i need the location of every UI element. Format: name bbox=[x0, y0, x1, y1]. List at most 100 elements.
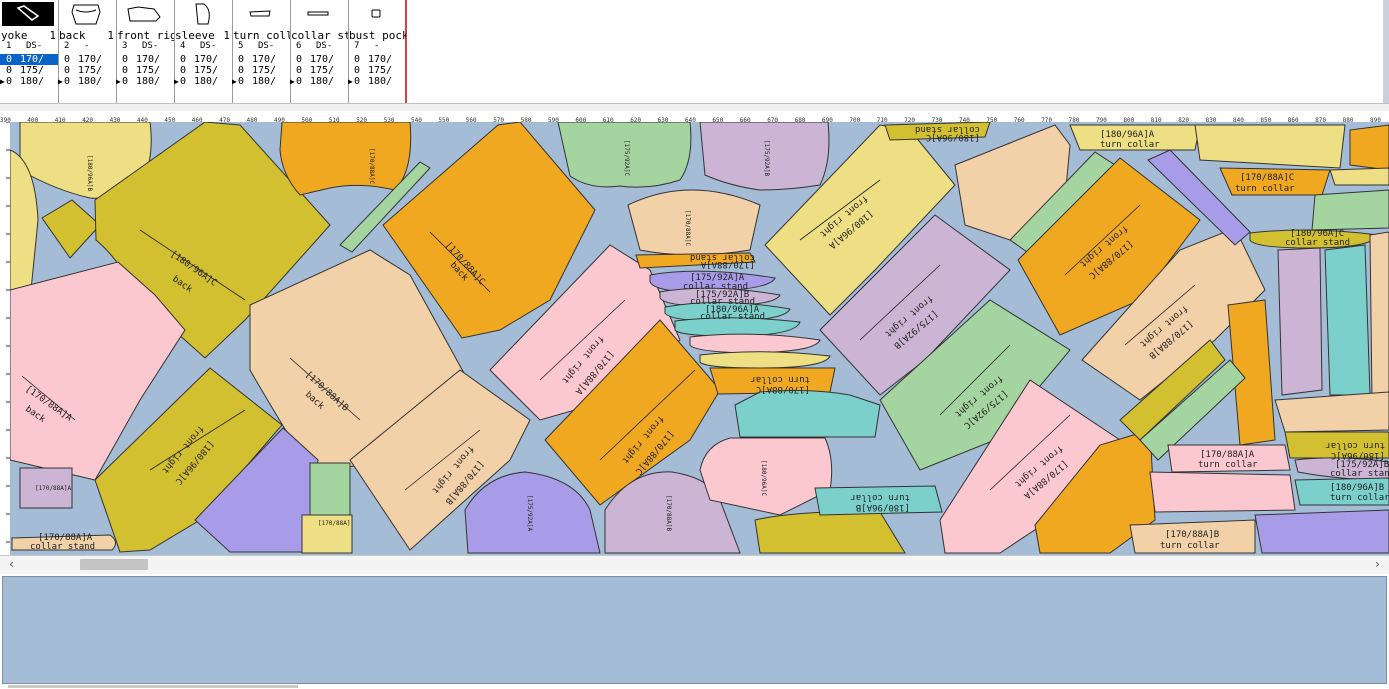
pattern-piece[interactable] bbox=[41, 199, 101, 259]
scroll-right-icon[interactable]: › bbox=[1374, 557, 1381, 571]
piece-label: [170/88A]C bbox=[1240, 173, 1294, 183]
pattern-piece[interactable] bbox=[1369, 231, 1389, 401]
piece-label: turn collar bbox=[1100, 140, 1160, 150]
piece-name: sleeve bbox=[175, 29, 215, 42]
piece-name: yoke bbox=[1, 29, 28, 42]
pattern-piece[interactable] bbox=[1254, 509, 1389, 554]
size-row[interactable]: 0 175/ bbox=[290, 65, 348, 76]
size-row[interactable]: ▶ 0 180/ bbox=[116, 76, 174, 87]
vertical-ruler-ticks bbox=[6, 121, 10, 543]
piece-label: [180/96A]B bbox=[1330, 483, 1384, 493]
size-row[interactable]: 0 170/ bbox=[174, 54, 232, 65]
collar-stand-icon[interactable] bbox=[292, 2, 344, 26]
piece-column-sleeve[interactable]: sleeve 1 4 DS- 0 170/ 0 175/ ▶ 0 180/ bbox=[174, 0, 233, 103]
size-row[interactable]: ▶ 0 180/ bbox=[174, 76, 232, 87]
piece-label: turn collar bbox=[750, 374, 810, 384]
row-pointer-icon: ▶ bbox=[116, 77, 121, 86]
pattern-piece[interactable] bbox=[699, 351, 831, 369]
pattern-piece[interactable] bbox=[627, 189, 761, 256]
pattern-piece[interactable] bbox=[1349, 124, 1389, 171]
pattern-piece[interactable] bbox=[1311, 189, 1389, 231]
piece-label: [170/88A]B bbox=[665, 495, 672, 532]
piece-label: turn collar bbox=[1198, 460, 1258, 470]
piece-label: [170/88A]B bbox=[1165, 530, 1219, 540]
pattern-piece[interactable] bbox=[1324, 244, 1371, 396]
piece-label: [170/88A]A bbox=[1200, 450, 1255, 460]
sleeve-icon[interactable] bbox=[176, 2, 228, 26]
size-row[interactable]: ▶ 0 180/ bbox=[232, 76, 290, 87]
bust-pocket-icon[interactable] bbox=[350, 2, 402, 26]
piece-label: collar stand bbox=[1285, 238, 1350, 248]
piece-column-turn-collar[interactable]: turn coll 5 DS- 0 170/ 0 175/ ▶ 0 180/ bbox=[232, 0, 291, 103]
size-row[interactable]: 0 175/ bbox=[58, 65, 116, 76]
size-row[interactable]: 0 170/ bbox=[290, 54, 348, 65]
marker-canvas[interactable]: [180/96A]C back [170/88A]C back [170/88A… bbox=[10, 122, 1389, 555]
pattern-piece[interactable] bbox=[1149, 471, 1296, 513]
back-icon[interactable] bbox=[60, 2, 112, 26]
scroll-thumb[interactable] bbox=[80, 559, 148, 570]
piece-number: 7 bbox=[354, 41, 360, 51]
size-row[interactable]: 0 175/ bbox=[116, 65, 174, 76]
scroll-left-icon[interactable]: ‹ bbox=[8, 557, 15, 571]
size-row[interactable]: 0 175/ bbox=[174, 65, 232, 76]
piece-label: turn collar bbox=[850, 492, 910, 502]
bottom-scrollbar[interactable] bbox=[0, 684, 1389, 689]
piece-label: [180/96A]B bbox=[86, 155, 93, 192]
turn-collar-icon[interactable] bbox=[234, 2, 286, 26]
horizontal-scrollbar[interactable]: ‹ › bbox=[0, 555, 1389, 574]
row-pointer-icon: ▶ bbox=[58, 77, 63, 86]
piece-bar-scroll-strip[interactable] bbox=[1383, 0, 1389, 103]
piece-column-front-right[interactable]: front rig 3 DS- 0 170/ 0 175/ ▶ 0 180/ bbox=[116, 0, 175, 103]
pattern-piece[interactable] bbox=[1277, 247, 1323, 396]
piece-label: [180/96A]B bbox=[856, 502, 910, 512]
row-pointer-icon: ▶ bbox=[232, 77, 237, 86]
bottom-scroll-thumb[interactable] bbox=[8, 685, 298, 688]
piece-column-yoke[interactable]: yoke 1 1 DS- 0 170/ 0 175/ ▶ 0 180/ bbox=[0, 0, 59, 103]
size-row[interactable]: 0 170/ bbox=[0, 54, 58, 65]
size-row[interactable]: ▶ 0 180/ bbox=[348, 76, 406, 87]
piece-column-collar-stand[interactable]: collar st 6 DS- 0 170/ 0 175/ ▶ 0 180/ bbox=[290, 0, 349, 103]
row-pointer-icon: ▶ bbox=[348, 77, 353, 86]
row-pointer-icon: ▶ bbox=[290, 77, 295, 86]
size-row[interactable]: ▶ 0 180/ bbox=[0, 76, 58, 87]
piece-label: collar stand bbox=[690, 252, 755, 262]
piece-name: collar st bbox=[291, 29, 349, 42]
piece-label: collar stand bbox=[915, 124, 980, 134]
piece-column-back[interactable]: back 1 2 - 0 170/ 0 175/ ▶ 0 180/ bbox=[58, 0, 117, 103]
size-row[interactable]: 0 175/ bbox=[0, 65, 58, 76]
pattern-piece[interactable] bbox=[279, 122, 412, 196]
marker-layout[interactable]: [180/96A]C back [170/88A]C back [170/88A… bbox=[10, 122, 1389, 555]
size-row[interactable]: ▶ 0 180/ bbox=[58, 76, 116, 87]
piece-number: 4 bbox=[180, 41, 186, 51]
piece-code: - bbox=[84, 41, 90, 51]
piece-label: [170/88A]C bbox=[756, 384, 810, 394]
piece-label: turn collar bbox=[1235, 184, 1295, 194]
front-right-icon[interactable] bbox=[118, 2, 170, 26]
pattern-piece[interactable] bbox=[689, 333, 821, 354]
piece-bar-empty-area bbox=[407, 0, 1383, 103]
lower-preview-panel[interactable] bbox=[2, 576, 1387, 684]
pattern-piece[interactable] bbox=[309, 462, 351, 516]
piece-label: collar stand bbox=[30, 542, 95, 552]
piece-code: DS- bbox=[142, 41, 159, 51]
piece-label: [170/88A]C bbox=[368, 148, 375, 185]
piece-number: 6 bbox=[296, 41, 302, 51]
pattern-piece[interactable] bbox=[754, 511, 906, 554]
yoke-icon[interactable] bbox=[2, 2, 54, 26]
size-row[interactable]: 0 170/ bbox=[58, 54, 116, 65]
pattern-piece[interactable] bbox=[1274, 391, 1389, 433]
piece-label: collar stand bbox=[700, 312, 765, 322]
size-row[interactable]: 0 175/ bbox=[348, 65, 406, 76]
size-row[interactable]: 0 175/ bbox=[232, 65, 290, 76]
piece-bar: yoke 1 1 DS- 0 170/ 0 175/ ▶ 0 180/ back 1 2… bbox=[0, 0, 407, 103]
size-row[interactable]: 0 170/ bbox=[348, 54, 406, 65]
size-row[interactable]: 0 170/ bbox=[116, 54, 174, 65]
pattern-piece[interactable] bbox=[1329, 167, 1389, 186]
pattern-piece[interactable] bbox=[1194, 124, 1346, 169]
piece-label: collar stand bbox=[1330, 469, 1389, 479]
pattern-piece[interactable] bbox=[734, 390, 881, 438]
piece-column-bust-pocket[interactable]: bust pock 7 - 0 170/ 0 175/ ▶ 0 180/ bbox=[348, 0, 406, 103]
size-row[interactable]: 0 170/ bbox=[232, 54, 290, 65]
piece-name: bust pock bbox=[349, 29, 406, 42]
size-row[interactable]: ▶ 0 180/ bbox=[290, 76, 348, 87]
